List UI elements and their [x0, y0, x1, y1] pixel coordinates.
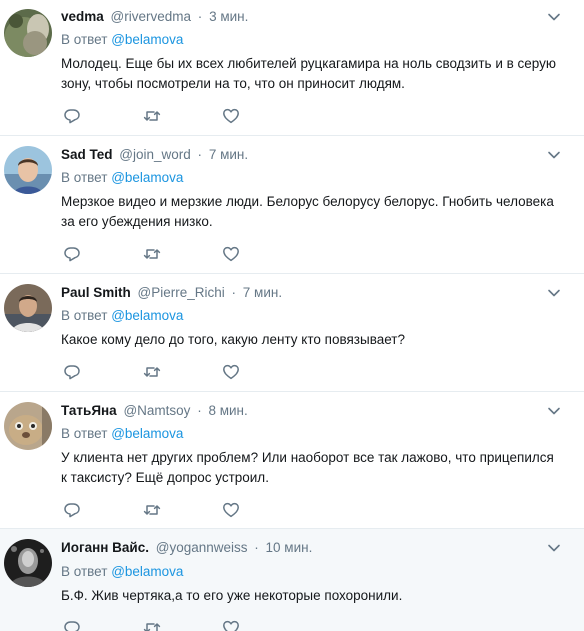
retweet-icon[interactable] [143, 363, 161, 381]
author-handle[interactable]: @rivervedma [111, 9, 191, 24]
retweet-icon[interactable] [143, 107, 161, 125]
reply-context: В ответ @belamova [61, 563, 183, 581]
tweet[interactable]: Иоганн Вайс. @yogannweiss · 10 мин. В от… [0, 529, 584, 631]
tweet-text: Какое кому дело до того, какую ленту кто… [61, 332, 405, 347]
reply-icon[interactable] [63, 501, 81, 519]
reply-prefix: В ответ [61, 170, 108, 185]
timestamp[interactable]: 7 мин. [243, 285, 282, 300]
separator-dot: · [197, 403, 202, 418]
reply-context: В ответ @belamova [61, 169, 183, 187]
tweet-text: Молодец. Еще бы их всех любителей руцкаг… [61, 56, 557, 91]
timestamp[interactable]: 10 мин. [266, 540, 313, 555]
separator-dot: · [254, 540, 259, 555]
reply-prefix: В ответ [61, 564, 108, 579]
tweet-text: У клиента нет других проблем? Или наобор… [61, 450, 554, 485]
chevron-down-icon[interactable] [547, 541, 561, 555]
tweet[interactable]: Paul Smith @Pierre_Richi · 7 мин. В отве… [0, 274, 584, 392]
reply-mention[interactable]: @belamova [111, 32, 183, 47]
reply-prefix: В ответ [61, 32, 108, 47]
avatar[interactable] [4, 284, 52, 332]
heart-icon[interactable] [222, 501, 240, 519]
timestamp[interactable]: 7 мин. [209, 147, 248, 162]
heart-icon[interactable] [222, 245, 240, 263]
author-name[interactable]: Paul Smith [61, 285, 131, 300]
separator-dot: · [197, 9, 203, 24]
reply-context: В ответ @belamova [61, 307, 183, 325]
chevron-down-icon[interactable] [547, 10, 561, 24]
tweet[interactable]: ТатьЯна @Namtsoy · 8 мин. В ответ @belam… [0, 392, 584, 529]
author-name[interactable]: vedma [61, 9, 104, 24]
tweet-text: Б.Ф. Жив чертяка,а то его уже некоторые … [61, 588, 403, 603]
separator-dot: · [231, 285, 237, 300]
reply-icon[interactable] [63, 619, 81, 631]
reply-mention[interactable]: @belamova [111, 426, 183, 441]
author-name[interactable]: ТатьЯна [61, 403, 117, 418]
tweet[interactable]: vedma @rivervedma · 3 мин. В ответ @bela… [0, 0, 584, 136]
retweet-icon[interactable] [143, 619, 161, 631]
tweet-text: Мерзкое видео и мерзкие люди. Белорус бе… [61, 194, 554, 229]
replies-timeline: vedma @rivervedma · 3 мин. В ответ @bela… [0, 0, 584, 631]
reply-context: В ответ @belamova [61, 425, 183, 443]
avatar[interactable] [4, 402, 52, 450]
author-handle[interactable]: @join_word [119, 147, 191, 162]
chevron-down-icon[interactable] [547, 148, 561, 162]
timestamp[interactable]: 8 мин. [208, 403, 247, 418]
chevron-down-icon[interactable] [547, 286, 561, 300]
retweet-icon[interactable] [143, 501, 161, 519]
reply-icon[interactable] [63, 245, 81, 263]
author-name[interactable]: Sad Ted [61, 147, 113, 162]
separator-dot: · [197, 147, 203, 162]
heart-icon[interactable] [222, 363, 240, 381]
reply-mention[interactable]: @belamova [111, 170, 183, 185]
timestamp[interactable]: 3 мин. [209, 9, 248, 24]
author-handle[interactable]: @yogannweiss [156, 540, 248, 555]
author-handle[interactable]: @Pierre_Richi [138, 285, 225, 300]
chevron-down-icon[interactable] [547, 404, 561, 418]
reply-mention[interactable]: @belamova [111, 564, 183, 579]
reply-mention[interactable]: @belamova [111, 308, 183, 323]
author-handle[interactable]: @Namtsoy [123, 403, 190, 418]
reply-context: В ответ @belamova [61, 31, 183, 49]
heart-icon[interactable] [222, 107, 240, 125]
avatar[interactable] [4, 9, 52, 57]
reply-icon[interactable] [63, 363, 81, 381]
author-name[interactable]: Иоганн Вайс. [61, 540, 149, 555]
retweet-icon[interactable] [143, 245, 161, 263]
heart-icon[interactable] [222, 619, 240, 631]
reply-prefix: В ответ [61, 426, 108, 441]
tweet[interactable]: Sad Ted @join_word · 7 мин. В ответ @bel… [0, 136, 584, 274]
reply-icon[interactable] [63, 107, 81, 125]
reply-prefix: В ответ [61, 308, 108, 323]
avatar[interactable] [4, 146, 52, 194]
avatar[interactable] [4, 539, 52, 587]
